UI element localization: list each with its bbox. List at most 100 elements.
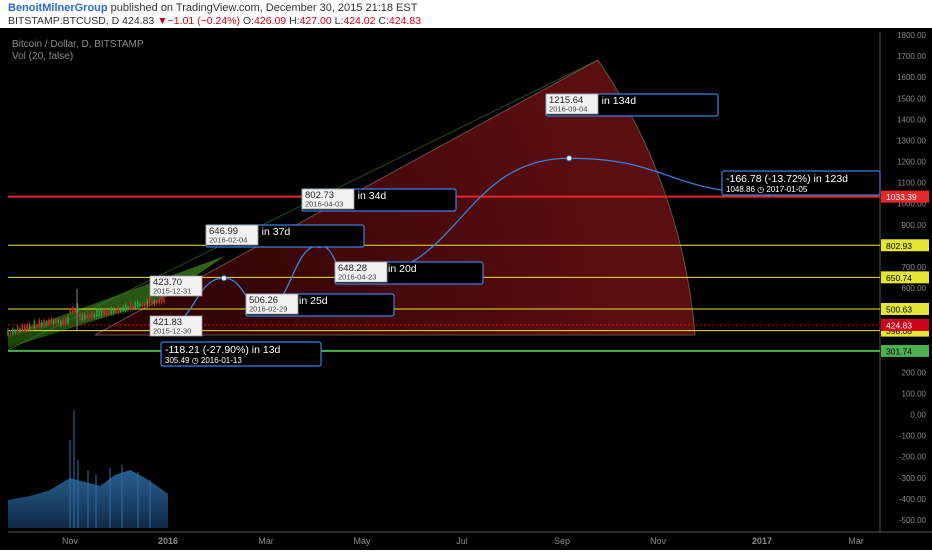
chart-title: Bitcoin / Dollar, D, BITSTAMP <box>12 39 144 50</box>
level-price-labels: 1033.39802.93650.74500.63398.08301.74424… <box>881 190 929 357</box>
high-value: 427.00 <box>299 15 332 27</box>
candle-body <box>124 305 127 311</box>
level-price-text: 802.93 <box>886 241 912 251</box>
candle-body <box>96 309 98 317</box>
y-tick-label: 1700.00 <box>897 52 926 61</box>
candle-body <box>93 313 96 318</box>
x-tick-label: 2016 <box>158 536 178 546</box>
candle-body <box>158 299 160 304</box>
candle-body <box>134 302 136 309</box>
candle-body <box>69 309 72 313</box>
callout-summary-value: 1048.86 ◷ 2017-01-05 <box>726 185 808 194</box>
candle-body <box>160 295 163 303</box>
candle-body <box>148 298 151 306</box>
high-label: H: <box>289 15 300 27</box>
candle-body <box>28 324 31 330</box>
published-text: published on TradingView.com, December 3… <box>107 2 418 14</box>
x-tick-label: Jul <box>456 536 468 546</box>
x-axis-ticks: Nov 2016 Mar May Jul Sep Nov 2017 Mar <box>62 536 864 546</box>
price-chart-svg[interactable]: 423.702015-12-31421.832015-12-30(+53.38%… <box>0 28 932 550</box>
y-tick-label: -300.00 <box>899 474 927 483</box>
y-tick-label: 1200.00 <box>897 158 926 167</box>
projection-point <box>220 275 227 282</box>
candle-body <box>36 325 38 328</box>
candle-body <box>26 324 28 331</box>
candle-body <box>60 321 62 325</box>
y-tick-label: 600.00 <box>902 284 927 293</box>
volume-legend: Vol (20, false) <box>12 51 73 62</box>
callout-date: 2015-12-31 <box>153 287 191 296</box>
chart-header: BenoitMilnerGroup published on TradingVi… <box>0 0 932 28</box>
candle-body <box>38 319 40 328</box>
candle-body <box>112 309 115 314</box>
y-tick-label: -500.00 <box>899 516 927 525</box>
candle-body <box>110 307 112 314</box>
author-link[interactable]: BenoitMilnerGroup <box>8 2 108 14</box>
candle-body <box>117 306 120 313</box>
candle-body <box>163 299 165 303</box>
y-tick-label: 1300.00 <box>897 136 926 145</box>
candle-body <box>40 322 43 327</box>
level-price-text: 650.74 <box>886 273 912 283</box>
callout-date: 2016-04-03 <box>305 200 343 209</box>
candle-body <box>24 325 26 331</box>
callout-summary-value: 305.49 ◷ 2016-01-13 <box>165 356 242 365</box>
y-tick-label: 1500.00 <box>897 94 926 103</box>
x-tick-label: Nov <box>650 536 667 546</box>
ohlc-line: BITSTAMP:BTCUSD, D 424.83 ▼−1.01 (−0.24%… <box>8 15 421 27</box>
candle-body <box>45 322 48 326</box>
low-value: 424.02 <box>343 15 376 27</box>
candle-body <box>139 304 141 308</box>
callout-summary-change: -166.78 (-13.72%) in 123d <box>726 173 848 185</box>
candle-body <box>129 302 132 310</box>
level-price-text: 1033.39 <box>886 192 917 202</box>
y-tick-label: -400.00 <box>899 495 927 504</box>
candle-body <box>151 299 153 305</box>
y-tick-label: 900.00 <box>902 221 927 230</box>
open-label: O: <box>242 15 255 27</box>
candle-body <box>43 319 45 326</box>
candle-body <box>144 303 146 307</box>
y-tick-label: 1100.00 <box>898 179 927 188</box>
candle-body <box>62 319 64 325</box>
x-tick-label: 2017 <box>752 536 772 546</box>
candle-body <box>19 328 21 332</box>
x-tick-label: Sep <box>554 536 570 546</box>
symbol-label: BITSTAMP:BTCUSD, D <box>8 15 120 27</box>
y-tick-label: 1600.00 <box>897 73 926 82</box>
close-value: 424.83 <box>388 15 422 27</box>
candle-body <box>67 316 69 324</box>
callout-date: 2016-02-04 <box>209 236 247 245</box>
candle-body <box>98 308 100 317</box>
y-tick-label: 0.00 <box>910 411 926 420</box>
down-arrow-icon: ▼ <box>157 15 168 27</box>
candle-body <box>100 309 103 316</box>
candle-body <box>146 300 148 306</box>
candle-body <box>48 320 50 325</box>
x-tick-label: Mar <box>848 536 864 546</box>
candle-body <box>153 300 156 305</box>
candle-body <box>14 330 16 334</box>
callout-date: 2016-09-04 <box>549 105 587 114</box>
candle-body <box>141 303 144 307</box>
projection-point <box>566 155 573 162</box>
candle-body <box>120 309 122 312</box>
y-tick-label: -100.00 <box>899 432 927 441</box>
candle-body <box>64 318 67 324</box>
candle-body <box>72 307 74 313</box>
candle-body <box>52 320 55 324</box>
candle-body <box>108 310 110 315</box>
y-tick-label: 1800.00 <box>897 31 926 40</box>
candle-body <box>16 327 19 333</box>
y-tick-label: 700.00 <box>902 263 927 272</box>
candle-body <box>86 314 88 320</box>
callout-date: 2016-02-29 <box>249 305 287 314</box>
candle-body <box>21 325 24 332</box>
candle-body <box>156 301 158 304</box>
x-tick-label: May <box>353 536 371 546</box>
chart-area[interactable]: 423.702015-12-31421.832015-12-30(+53.38%… <box>0 28 932 550</box>
candle-body <box>55 318 57 323</box>
last-price: 424.83 <box>122 15 155 27</box>
candle-body <box>33 320 36 329</box>
publish-line: BenoitMilnerGroup published on TradingVi… <box>8 2 417 14</box>
